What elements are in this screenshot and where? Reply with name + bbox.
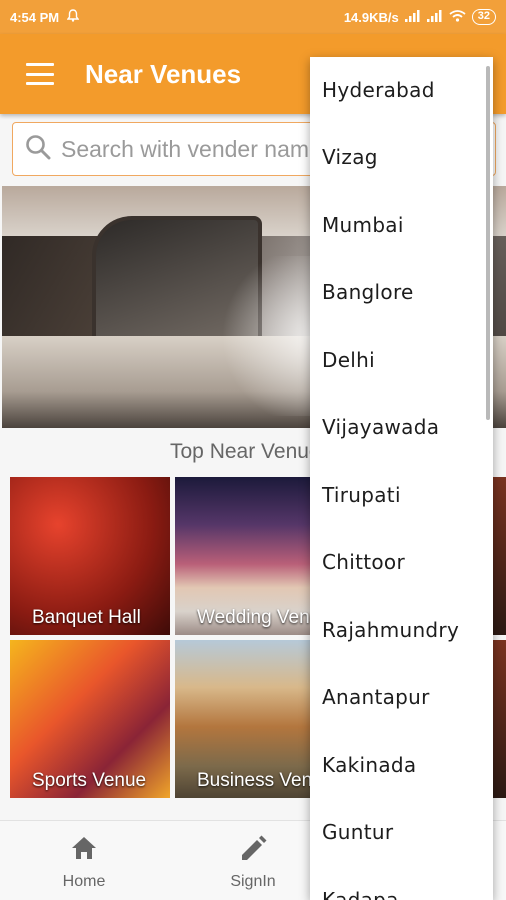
screen: 4:54 PM 14.9KB/s 32 Near Venues Search w… [0, 0, 506, 900]
wifi-icon [449, 9, 466, 25]
city-option[interactable]: Hyderabad [310, 57, 493, 124]
tile-banquet-hall[interactable]: Banquet Hall [10, 477, 170, 635]
dropdown-scrollbar[interactable] [486, 66, 490, 420]
city-option[interactable]: Vizag [310, 124, 493, 192]
tile-label: Banquet Hall [32, 607, 141, 628]
signal-icon-2 [426, 9, 443, 25]
city-option[interactable]: Delhi [310, 326, 493, 394]
status-bar: 4:54 PM 14.9KB/s 32 [0, 0, 506, 34]
nav-home[interactable]: Home [24, 821, 144, 900]
tile-edge-image [492, 640, 506, 798]
city-option[interactable]: Tirupati [310, 461, 493, 529]
net-speed: 14.9KB/s [343, 9, 399, 25]
city-option[interactable]: Anantapur [310, 664, 493, 732]
nav-home-label: Home [62, 873, 106, 890]
battery-icon: 32 [471, 9, 496, 25]
tile-label: Sports Venue [32, 770, 147, 791]
city-option[interactable]: Chittoor [310, 529, 493, 597]
hamburger-menu-icon[interactable] [26, 63, 54, 85]
nav-signin-label: SignIn [230, 873, 276, 890]
page-title: Near Venues [85, 58, 242, 89]
city-option[interactable]: Guntur [310, 799, 493, 867]
city-option[interactable]: Mumbai [310, 191, 493, 259]
status-time: 4:54 PM [10, 9, 60, 25]
signal-icon [404, 9, 421, 25]
nav-signin[interactable]: SignIn [193, 821, 313, 900]
notification-bell-icon [66, 9, 80, 25]
city-option[interactable]: Rajahmundry [310, 596, 493, 664]
city-option[interactable]: Banglore [310, 259, 493, 327]
tile-sports-venue[interactable]: Sports Venue [10, 640, 170, 798]
status-right: 14.9KB/s 32 [344, 9, 496, 25]
city-option[interactable]: Kakinada [310, 731, 493, 799]
city-option[interactable]: Vijayawada [310, 394, 493, 462]
city-option[interactable]: Kadapa [310, 866, 493, 900]
search-icon [25, 134, 51, 165]
city-dropdown-menu: Hyderabad Vizag Mumbai Banglore Delhi Vi… [310, 57, 493, 900]
tile-edge-image [492, 477, 506, 635]
